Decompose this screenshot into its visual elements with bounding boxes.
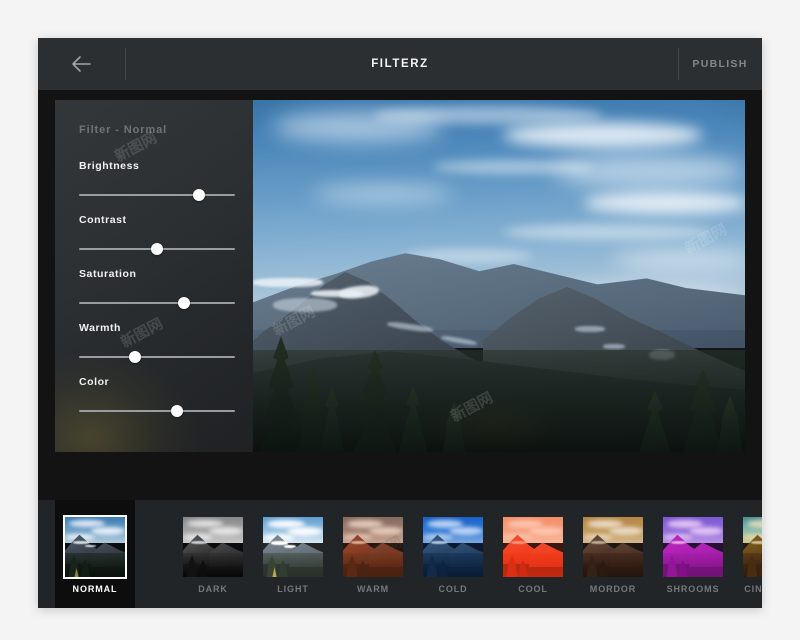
filter-label: LIGHT (253, 584, 333, 594)
slider-label: Contrast (79, 214, 235, 226)
thumbnail-frame (583, 517, 643, 577)
slider-brightness[interactable]: Brightness (79, 160, 235, 203)
filter-option-cold[interactable]: COLD (413, 500, 493, 608)
editor-body: Filter - Normal Brightness Contrast Satu… (38, 90, 762, 500)
app-header: FILTERZ PUBLISH (38, 38, 762, 90)
slider-handle[interactable] (171, 405, 183, 417)
thumbnail-image (503, 517, 563, 577)
thumbnail-image (263, 517, 323, 577)
filter-option-mordor[interactable]: MORDOR (573, 500, 653, 608)
slider-label: Warmth (79, 322, 235, 334)
adjustments-panel: Filter - Normal Brightness Contrast Satu… (55, 100, 253, 452)
thumbnail-image (743, 517, 762, 577)
thumbnail-image (183, 517, 243, 577)
filter-option-cool[interactable]: COOL (493, 500, 573, 608)
thumbnail-frame (343, 517, 403, 577)
filter-label: CINEMATIC (733, 584, 762, 594)
filter-option-normal[interactable]: NORMAL (55, 500, 135, 608)
filter-label: COLD (413, 584, 493, 594)
thumbnail-image (583, 517, 643, 577)
slider-handle[interactable] (129, 351, 141, 363)
slider-label: Saturation (79, 268, 235, 280)
filter-option-dark[interactable]: DARK (173, 500, 253, 608)
thumbnail-image (65, 517, 125, 577)
slider-handle[interactable] (178, 297, 190, 309)
filter-label: COOL (493, 584, 573, 594)
thumbnail-frame (663, 517, 723, 577)
slider-track-wrap[interactable] (79, 403, 235, 419)
slider-track-wrap[interactable] (79, 349, 235, 365)
filter-filmstrip[interactable]: NORMAL DARK (38, 500, 762, 608)
panel-heading: Filter - Normal (79, 124, 167, 136)
slider-handle[interactable] (151, 243, 163, 255)
filter-label: WARM (333, 584, 413, 594)
slider-color[interactable]: Color (79, 376, 235, 419)
slider-handle[interactable] (193, 189, 205, 201)
app-title: FILTERZ (38, 38, 762, 90)
slider-track-wrap[interactable] (79, 187, 235, 203)
thumbnail-frame (423, 517, 483, 577)
filter-label: NORMAL (55, 584, 135, 594)
filter-editor-window: FILTERZ PUBLISH Filter - Normal Brightne… (38, 38, 762, 608)
thumbnail-image (423, 517, 483, 577)
filter-option-warm[interactable]: WARM (333, 500, 413, 608)
filter-label: DARK (173, 584, 253, 594)
slider-track (79, 194, 235, 196)
photo-image: 新图网 新图网 新图网 (253, 100, 745, 452)
thumbnail-image (663, 517, 723, 577)
slider-track (79, 410, 235, 412)
filter-option-cinematic[interactable]: CINEMATIC (733, 500, 762, 608)
publish-button[interactable]: PUBLISH (678, 38, 762, 90)
filter-label: MORDOR (573, 584, 653, 594)
filter-option-shrooms[interactable]: SHROOMS (653, 500, 733, 608)
thumbnail-frame (743, 517, 762, 577)
slider-track-wrap[interactable] (79, 241, 235, 257)
slider-warmth[interactable]: Warmth (79, 322, 235, 365)
photo-preview[interactable]: 新图网 新图网 新图网 (253, 100, 745, 452)
thumbnail-image (343, 517, 403, 577)
slider-label: Color (79, 376, 235, 388)
thumbnail-frame (183, 517, 243, 577)
thumbnail-frame (503, 517, 563, 577)
thumbnail-frame (263, 517, 323, 577)
slider-track (79, 356, 235, 358)
slider-track-wrap[interactable] (79, 295, 235, 311)
filter-label: SHROOMS (653, 584, 733, 594)
slider-label: Brightness (79, 160, 235, 172)
slider-contrast[interactable]: Contrast (79, 214, 235, 257)
slider-track (79, 302, 235, 304)
filter-option-light[interactable]: LIGHT (253, 500, 333, 608)
photo-vignette (253, 100, 745, 452)
thumbnail-frame (63, 515, 127, 579)
slider-saturation[interactable]: Saturation (79, 268, 235, 311)
